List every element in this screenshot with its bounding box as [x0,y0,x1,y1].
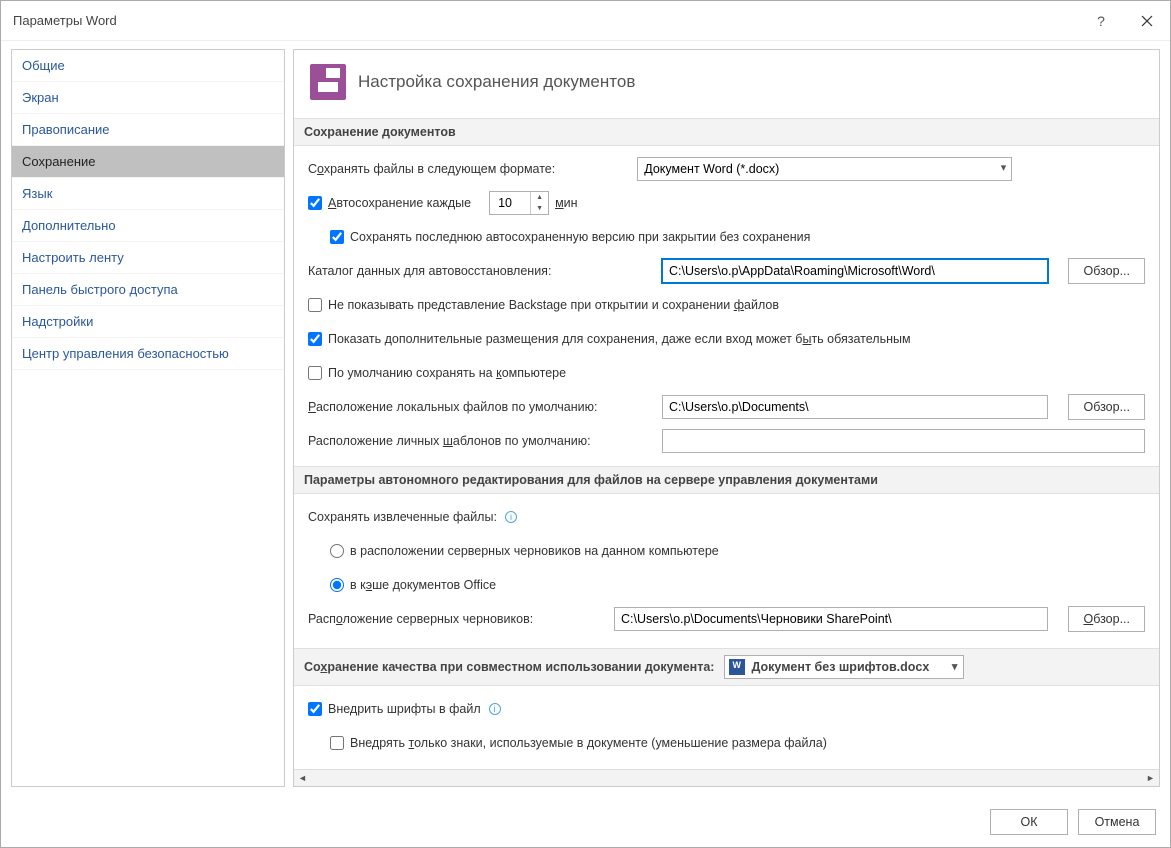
section-fonts-header: Сохранение качества при совместном испол… [294,648,1159,686]
content-pane: Настройка сохранения документов Сохранен… [293,49,1160,787]
document-select-value: Документ без шрифтов.docx [751,660,929,674]
autorecover-browse-button[interactable]: Обзор... [1068,258,1145,284]
sidebar-item-advanced[interactable]: Дополнительно [12,210,284,242]
chevron-down-icon[interactable]: ▼ [531,203,548,214]
word-document-icon [729,659,745,675]
help-button[interactable]: ? [1078,1,1124,41]
format-label: Сохранять файлы в следующем формате: [308,162,555,176]
templates-path-label: Расположение личных шаблонов по умолчани… [308,434,656,448]
horizontal-scrollbar[interactable]: ◄ ► [294,769,1159,786]
close-button[interactable] [1124,1,1170,41]
sidebar-item-display[interactable]: Экран [12,82,284,114]
autosave-label: Автосохранение каждые [328,196,471,210]
section-offline-header: Параметры автономного редактирования для… [294,466,1159,494]
additional-locations-label: Показать дополнительные размещения для с… [328,332,911,346]
save-to-pc-label: По умолчанию сохранять на компьютере [328,366,566,380]
autorecover-path-input[interactable] [662,259,1048,283]
server-drafts-path-input[interactable] [614,607,1048,631]
ok-button[interactable]: ОК [990,809,1068,835]
section-save-header: Сохранение документов [294,118,1159,146]
cancel-button[interactable]: Отмена [1078,809,1156,835]
sidebar-item-trust-center[interactable]: Центр управления безопасностью [12,338,284,370]
scroll-left-icon[interactable]: ◄ [294,770,311,787]
autosave-minutes-input[interactable] [490,195,530,211]
minutes-label: мин [555,196,577,210]
sidebar-item-qat[interactable]: Панель быстрого доступа [12,274,284,306]
document-select[interactable]: Документ без шрифтов.docx [724,655,964,679]
sidebar-item-save[interactable]: Сохранение [12,146,284,178]
close-icon [1141,15,1153,27]
server-drafts-radio[interactable] [330,544,344,558]
page-title: Настройка сохранения документов [358,72,635,92]
dialog-footer: ОК Отмена [1,797,1170,847]
sidebar-item-proofing[interactable]: Правописание [12,114,284,146]
sidebar-item-addins[interactable]: Надстройки [12,306,284,338]
word-options-dialog: Параметры Word ? Общие Экран Правописани… [0,0,1171,848]
office-cache-radio-label: в кэше документов Office [350,578,496,592]
embed-fonts-checkbox[interactable] [308,702,322,716]
save-checked-out-label: Сохранять извлеченные файлы: [308,510,497,524]
chevron-up-icon[interactable]: ▲ [531,192,548,203]
hide-backstage-checkbox[interactable] [308,298,322,312]
templates-path-input[interactable] [662,429,1145,453]
sidebar-item-ribbon[interactable]: Настроить ленту [12,242,284,274]
keep-last-autosave-checkbox[interactable] [330,230,344,244]
embed-fonts-label: Внедрить шрифты в файл [328,702,481,716]
additional-locations-checkbox[interactable] [308,332,322,346]
sidebar: Общие Экран Правописание Сохранение Язык… [11,49,285,787]
server-drafts-path-label: Расположение серверных черновиков: [308,612,608,626]
info-icon[interactable]: i [505,511,517,523]
info-icon[interactable]: i [489,703,501,715]
scroll-right-icon[interactable]: ► [1142,770,1159,787]
autorecover-path-label: Каталог данных для автовосстановления: [308,264,656,278]
hide-backstage-label: Не показывать представление Backstage пр… [328,298,779,312]
save-to-pc-checkbox[interactable] [308,366,322,380]
server-drafts-browse-button[interactable]: Обзор... [1068,606,1145,632]
local-files-browse-button[interactable]: Обзор... [1068,394,1145,420]
keep-last-autosave-label: Сохранять последнюю автосохраненную верс… [350,230,810,244]
autosave-minutes-spinner[interactable]: ▲▼ [489,191,549,215]
sidebar-item-general[interactable]: Общие [12,50,284,82]
embed-subset-checkbox[interactable] [330,736,344,750]
server-drafts-radio-label: в расположении серверных черновиков на д… [350,544,719,558]
save-icon [310,64,346,100]
save-format-select[interactable]: Документ Word (*.docx) [637,157,1012,181]
local-files-path-label: Расположение локальных файлов по умолчан… [308,400,656,414]
window-title: Параметры Word [13,13,1078,28]
local-files-path-input[interactable] [662,395,1048,419]
office-cache-radio[interactable] [330,578,344,592]
embed-subset-label: Внедрять только знаки, используемые в до… [350,736,827,750]
sidebar-item-language[interactable]: Язык [12,178,284,210]
autosave-checkbox[interactable] [308,196,322,210]
titlebar: Параметры Word ? [1,1,1170,41]
